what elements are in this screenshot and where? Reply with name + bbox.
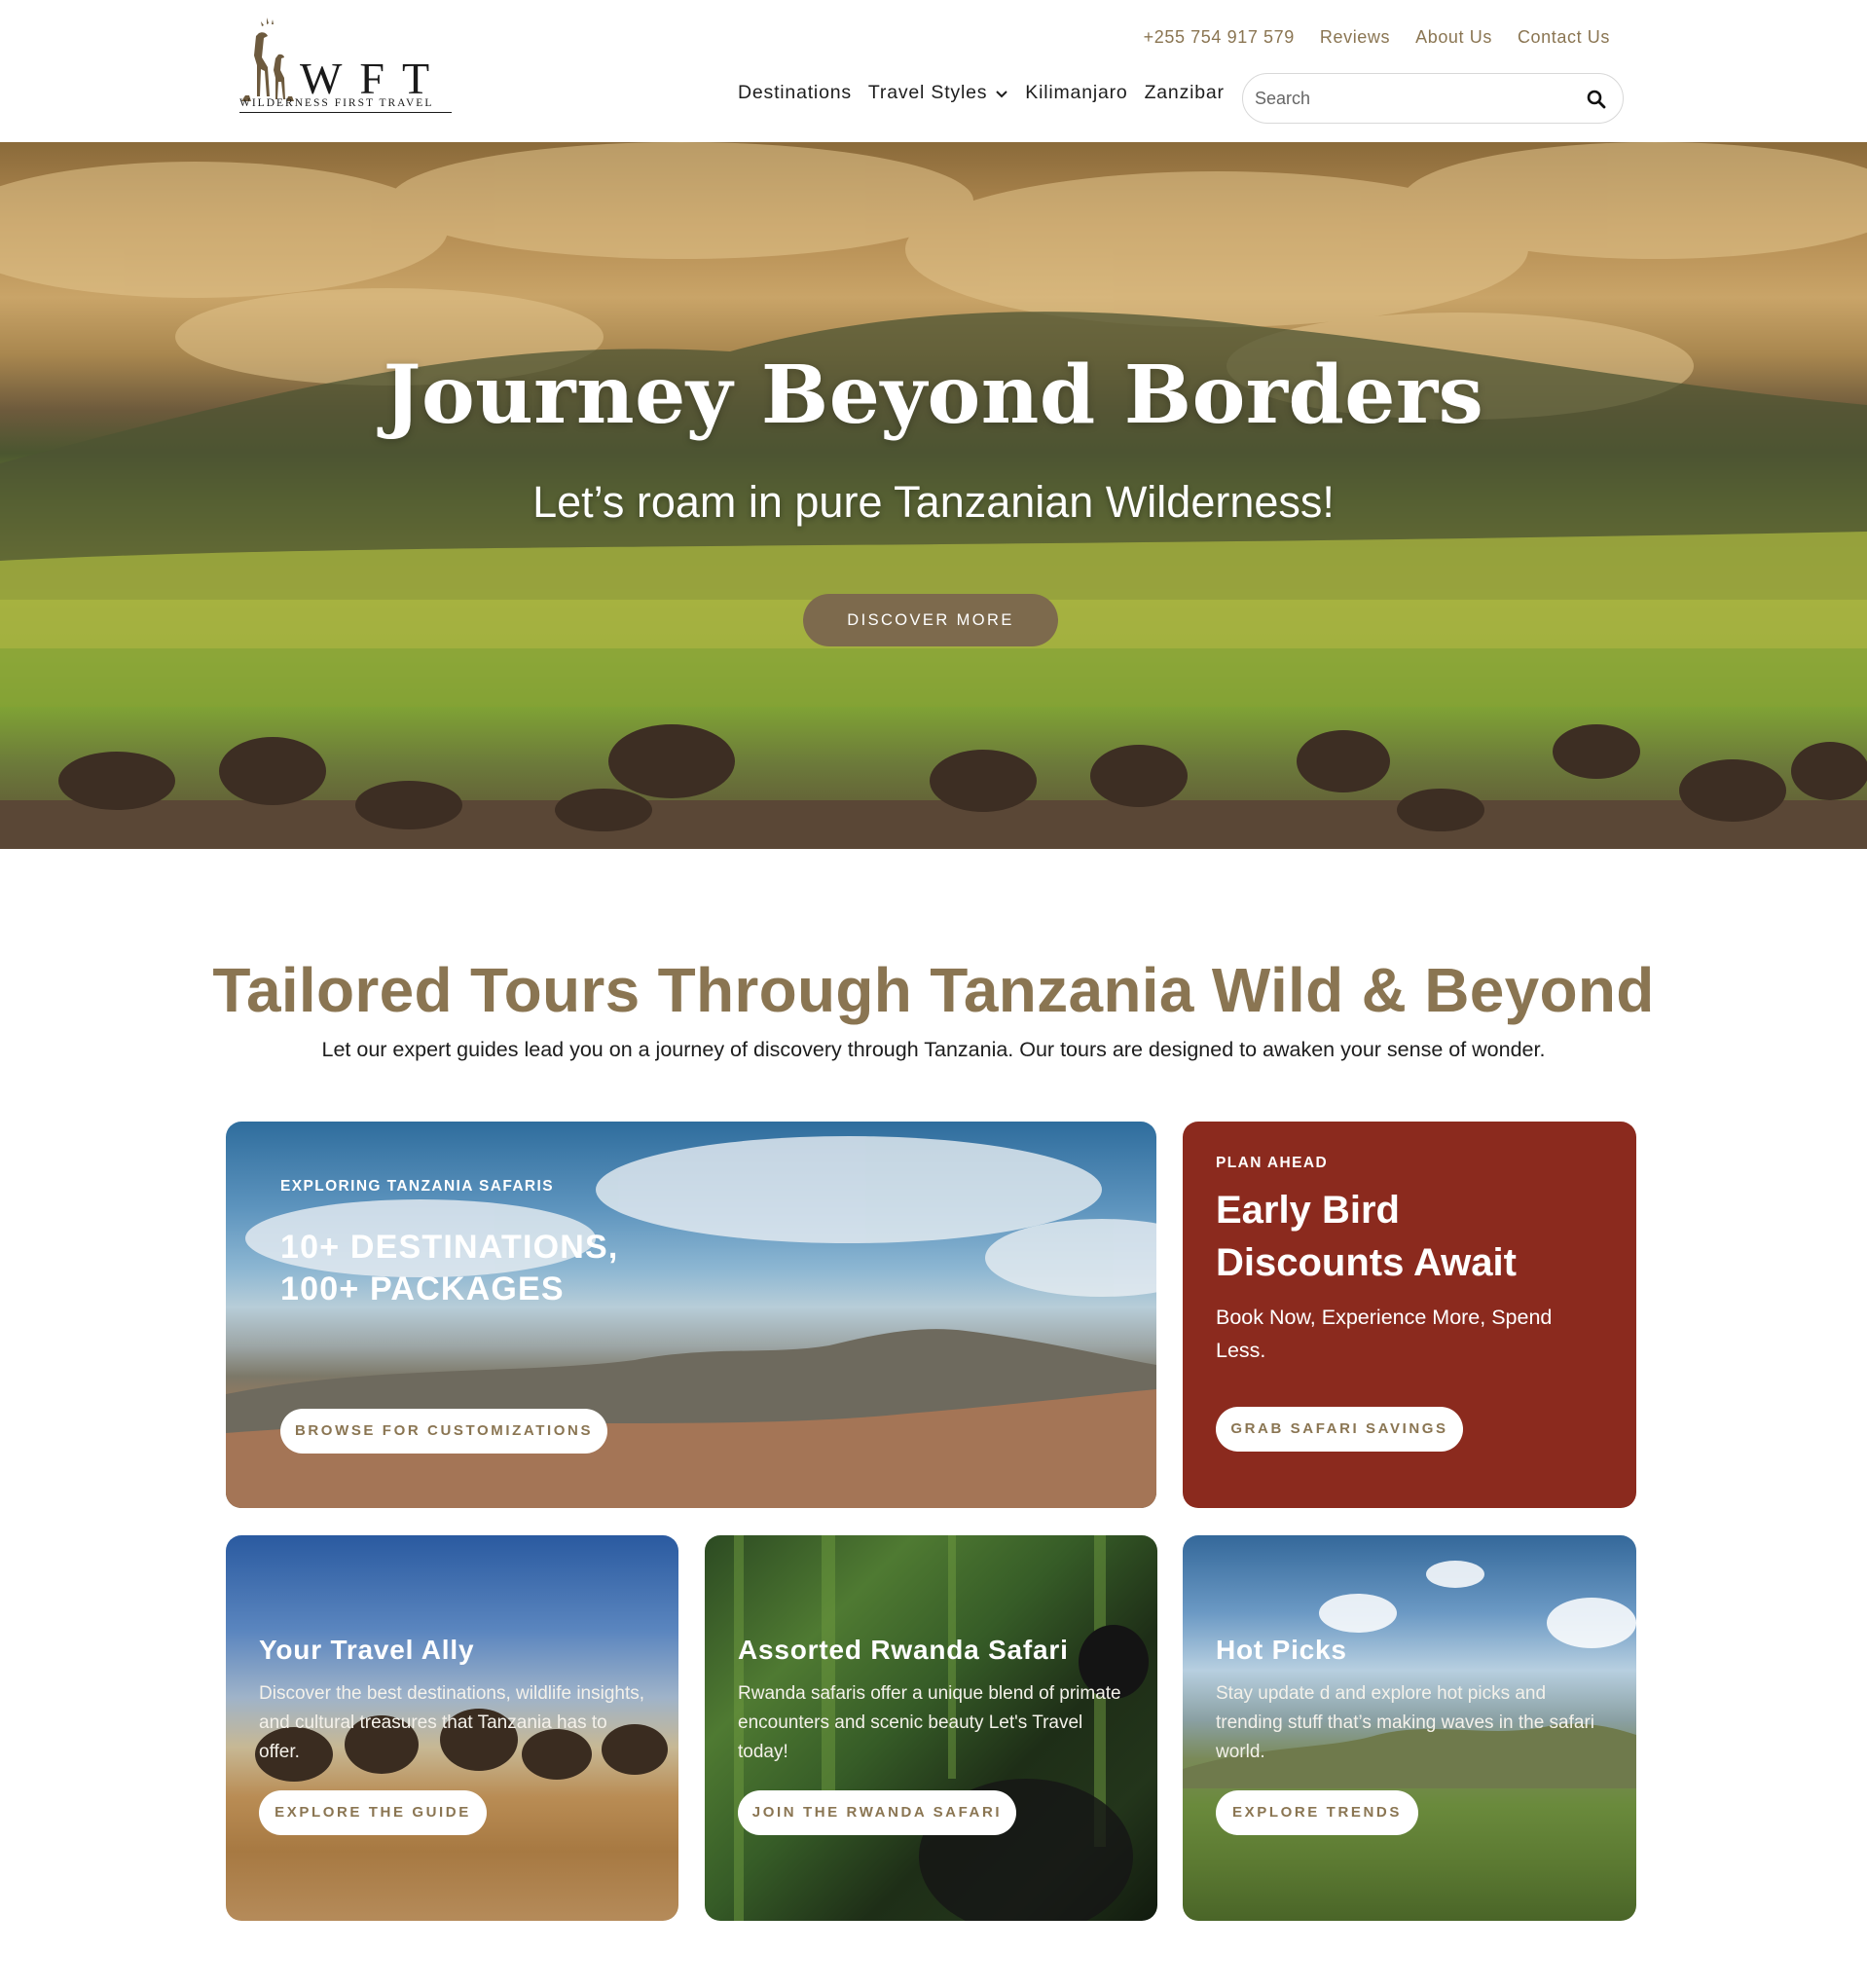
logo-letters: WFT [300, 54, 448, 103]
nav-kilimanjaro-label: Kilimanjaro [1025, 82, 1128, 103]
travel-ally-title: Your Travel Ally [259, 1635, 475, 1665]
search-icon[interactable] [1586, 89, 1607, 110]
phone-link[interactable]: +255 754 917 579 [1144, 27, 1295, 48]
site-logo[interactable]: WFT WILDERNESS FIRST TRAVEL [238, 16, 452, 113]
hero-subtitle: Let’s roam in pure Tanzanian Wilderness! [532, 477, 1335, 527]
safaris-heading-line1: 10+ DESTINATIONS, [280, 1229, 619, 1266]
rwanda-card[interactable]: Assorted Rwanda Safari Rwanda safaris of… [705, 1535, 1157, 1921]
hero-title: Journey Beyond Borders [383, 349, 1484, 442]
safaris-eyebrow: EXPLORING TANZANIA SAFARIS [280, 1178, 554, 1195]
travel-ally-body: Discover the best destinations, wildlife… [259, 1683, 645, 1762]
early-bird-body: Book Now, Experience More, Spend Less. [1216, 1306, 1553, 1362]
reviews-link[interactable]: Reviews [1320, 27, 1390, 48]
search-input[interactable] [1255, 84, 1566, 113]
nav-zanzibar-label: Zanzibar [1144, 82, 1225, 103]
wildebeest-herd-image [0, 724, 1867, 849]
explore-trends-button[interactable]: EXPLORE TRENDS [1216, 1790, 1418, 1835]
rwanda-body: Rwanda safaris offer a unique blend of p… [738, 1683, 1121, 1762]
about-link[interactable]: About Us [1415, 27, 1492, 48]
nav-kilimanjaro[interactable]: Kilimanjaro [1025, 82, 1127, 104]
nav-destinations[interactable]: Destinations [738, 82, 852, 104]
site-header: WFT WILDERNESS FIRST TRAVEL +255 754 917… [0, 0, 1867, 142]
nav-travel-styles[interactable]: Travel Styles [868, 82, 1008, 104]
section-description: Let our expert guides lead you on a jour… [321, 1038, 1546, 1061]
hot-picks-body: Stay update d and explore hot picks and … [1216, 1683, 1595, 1762]
discover-more-button[interactable]: DISCOVER MORE [803, 594, 1058, 646]
search-box [1242, 73, 1624, 124]
safaris-heading: 10+ DESTINATIONS, 100+ PACKAGES [280, 1227, 619, 1310]
travel-ally-card[interactable]: Your Travel Ally Discover the best desti… [226, 1535, 678, 1921]
nav-travel-styles-label: Travel Styles [867, 82, 988, 103]
contact-link[interactable]: Contact Us [1518, 27, 1610, 48]
chevron-down-icon [996, 90, 1008, 97]
early-bird-heading-line2: Discounts Await [1216, 1241, 1517, 1284]
early-bird-eyebrow: PLAN AHEAD [1216, 1155, 1329, 1171]
grab-safari-savings-button[interactable]: GRAB SAFARI SAVINGS [1216, 1407, 1463, 1452]
safaris-heading-line2: 100+ PACKAGES [280, 1270, 565, 1307]
hero-banner: Journey Beyond Borders Let’s roam in pur… [0, 142, 1867, 849]
hot-picks-card[interactable]: Hot Picks Stay update d and explore hot … [1183, 1535, 1636, 1921]
join-rwanda-safari-button[interactable]: JOIN THE RWANDA SAFARI [738, 1790, 1016, 1835]
main-nav: Destinations Travel Styles Kilimanjaro Z… [738, 82, 1225, 104]
hot-picks-title: Hot Picks [1216, 1635, 1347, 1665]
logo-tagline: WILDERNESS FIRST TRAVEL [239, 97, 452, 113]
early-bird-card[interactable]: PLAN AHEAD Early Bird Discounts Await Bo… [1183, 1122, 1636, 1508]
utility-nav: +255 754 917 579 Reviews About Us Contac… [1144, 27, 1610, 48]
early-bird-heading-line1: Early Bird [1216, 1189, 1400, 1232]
nav-zanzibar[interactable]: Zanzibar [1145, 82, 1225, 104]
giraffe-logo-icon [241, 18, 294, 101]
rwanda-title: Assorted Rwanda Safari [738, 1635, 1069, 1665]
browse-customizations-button[interactable]: BROWSE FOR CUSTOMIZATIONS [280, 1409, 607, 1454]
early-bird-heading: Early Bird Discounts Await [1216, 1184, 1605, 1289]
section-title: Tailored Tours Through Tanzania Wild & B… [212, 955, 1655, 1025]
safaris-card[interactable]: EXPLORING TANZANIA SAFARIS 10+ DESTINATI… [226, 1122, 1156, 1508]
explore-guide-button[interactable]: EXPLORE THE GUIDE [259, 1790, 487, 1835]
nav-destinations-label: Destinations [738, 82, 852, 103]
